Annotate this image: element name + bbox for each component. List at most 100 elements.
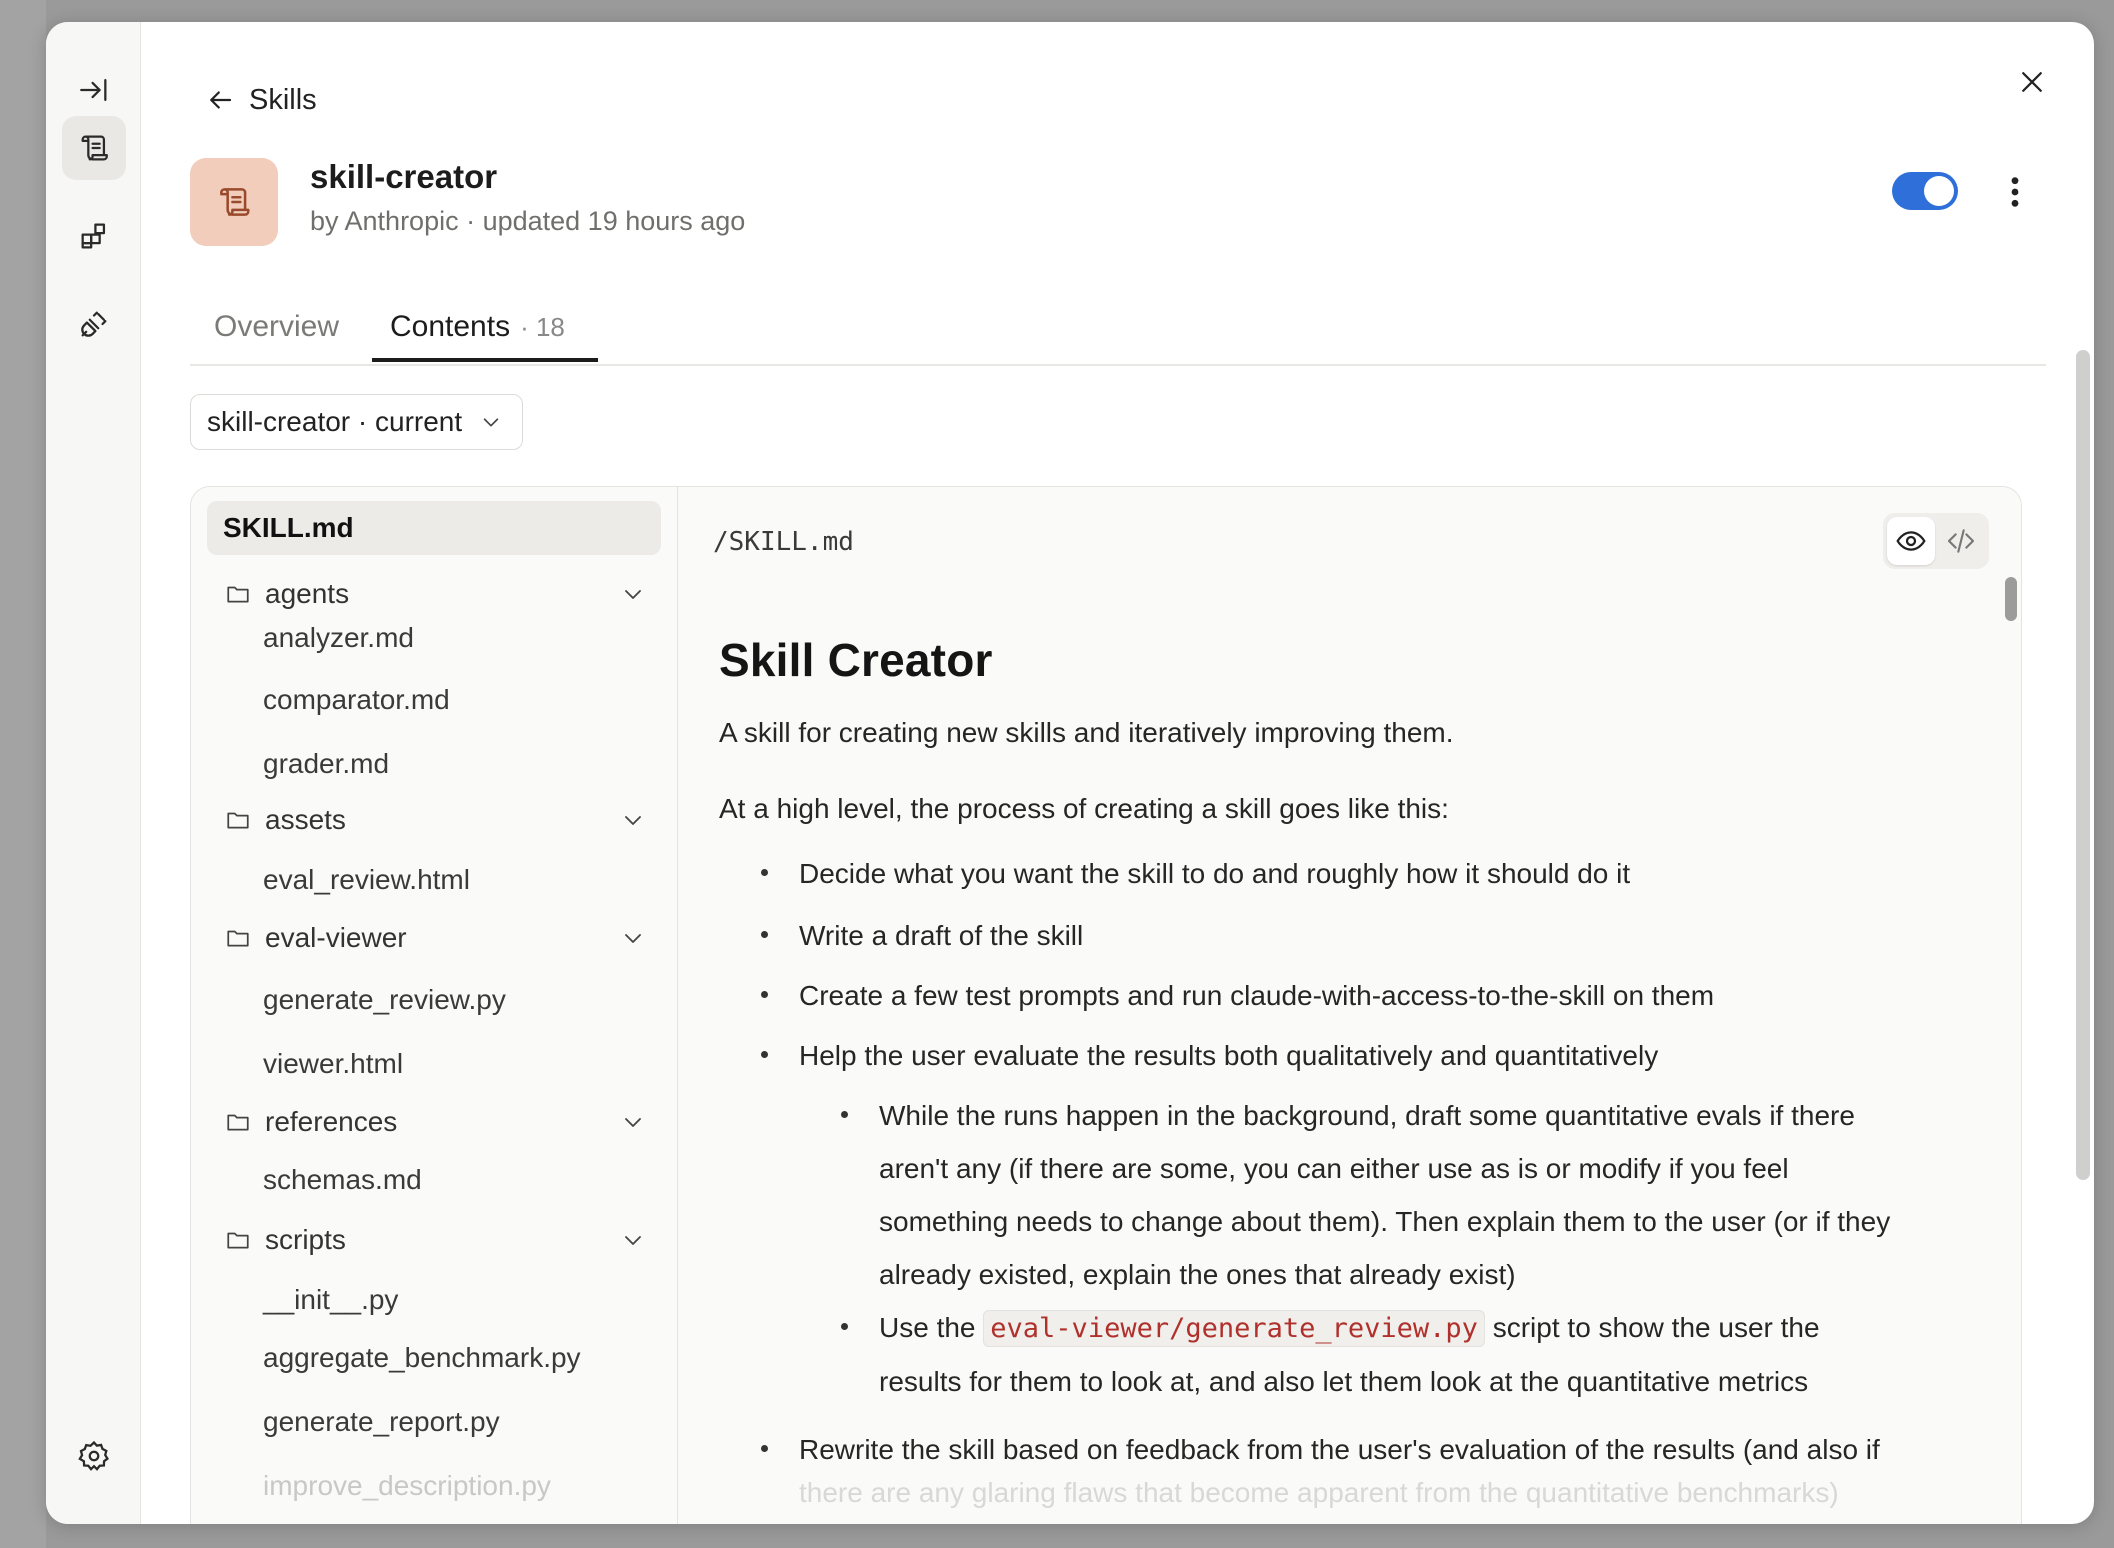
file-browser: SKILL.md agents analyzer.md comparator.md gr…: [190, 486, 2022, 1524]
list-item: Write a draft of the skill: [761, 909, 1083, 962]
tree-file[interactable]: analyzer.md: [207, 611, 661, 665]
tree-file-label: viewer.html: [263, 1048, 404, 1079]
list-item: Help the user evaluate the results both …: [761, 1029, 1658, 1082]
tree-file[interactable]: generate_report.py: [207, 1395, 661, 1449]
list-item: Create a few test prompts and run claude…: [761, 969, 1714, 1022]
file-tree: SKILL.md agents analyzer.md comparator.md gr…: [191, 487, 678, 1524]
file-viewer: /SKILL.md Skill Creator A skill for crea…: [679, 487, 2021, 1524]
skill-avatar: [190, 158, 278, 246]
tree-file[interactable]: aggregate_benchmark.py: [207, 1331, 661, 1385]
tree-file[interactable]: grader.md: [207, 737, 661, 791]
tab-contents-count: · 18: [520, 312, 565, 342]
active-tab-indicator: [372, 358, 598, 362]
main-panel: Skills skill-creator by Anthropic · upda…: [141, 22, 2094, 1524]
code-icon: [1947, 529, 1975, 553]
scroll-icon: [220, 188, 250, 216]
tree-folder-label: agents: [265, 578, 350, 609]
back-label: Skills: [249, 83, 317, 116]
skill-title: skill-creator: [310, 158, 498, 195]
tree-file-label: improve_description.py: [263, 1470, 551, 1501]
chevron-down-icon: [625, 1236, 641, 1245]
version-select[interactable]: skill-creator · current: [190, 394, 524, 450]
expand-sidebar-icon: [80, 78, 107, 102]
tree-folder-label: scripts: [265, 1224, 346, 1255]
tree-file[interactable]: __init__.py: [207, 1273, 661, 1327]
sub-list-item: Use the eval-viewer/generate_review.py s…: [841, 1301, 1820, 1408]
chevron-down-icon: [625, 590, 641, 599]
tree-file-selected[interactable]: SKILL.md: [207, 501, 661, 555]
connectors-nav-button[interactable]: [62, 204, 126, 268]
skill-meta: by Anthropic · updated 19 hours ago: [310, 206, 746, 236]
toggle-knob: [1924, 176, 1954, 206]
viewer-scrollbar[interactable]: [2005, 577, 2017, 621]
tree-file-label: grader.md: [263, 748, 390, 779]
folder-icon: [227, 812, 249, 829]
list-item: Decide what you want the skill to do and…: [761, 847, 1630, 900]
gear-icon: [78, 1440, 109, 1471]
tree-folder-label: assets: [265, 804, 346, 835]
doc-intro: A skill for creating new skills and iter…: [719, 717, 1454, 748]
tree-file-label: generate_review.py: [263, 984, 506, 1015]
settings-button[interactable]: [62, 1424, 126, 1488]
tab-contents[interactable]: Contents · 18: [390, 310, 565, 344]
scroll-icon: [81, 135, 108, 161]
code-mode-button[interactable]: [1937, 517, 1985, 565]
tree-file-label: analyzer.md: [263, 622, 414, 653]
list-item: Rewrite the skill based on feedback from…: [761, 1423, 1880, 1519]
arrow-left-icon: [210, 91, 232, 109]
tree-file[interactable]: viewer.html: [207, 1037, 661, 1091]
tree-file-label: __init__.py: [263, 1284, 399, 1315]
markdown-preview: Skill Creator A skill for creating new s…: [719, 633, 1961, 1508]
folder-icon: [227, 1232, 249, 1249]
skill-enabled-toggle[interactable]: [1892, 172, 1958, 210]
tab-overview-label: Overview: [214, 310, 340, 343]
plug-icon: [81, 311, 107, 337]
folder-icon: [227, 586, 249, 603]
tree-file[interactable]: eval_review.html: [207, 853, 661, 907]
tab-bar: Overview Contents · 18: [190, 294, 2046, 366]
tree-file[interactable]: generate_review.py: [207, 973, 661, 1027]
left-rail: [46, 22, 141, 1524]
kebab-icon: [2011, 177, 2019, 207]
backdrop: [0, 0, 46, 1548]
tree-folder-label: references: [265, 1106, 398, 1137]
preview-mode-button[interactable]: [1887, 517, 1935, 565]
tree-file[interactable]: improve_description.py: [207, 1459, 661, 1513]
plugins-nav-button[interactable]: [62, 292, 126, 356]
tab-overview[interactable]: Overview: [214, 310, 339, 344]
chevron-down-icon: [625, 934, 641, 943]
eye-icon: [1896, 531, 1926, 551]
tree-folder[interactable]: eval-viewer: [207, 911, 661, 965]
version-select-value: skill-creator · current: [207, 406, 463, 437]
doc-title: Skill Creator: [719, 634, 993, 686]
tree-file[interactable]: schemas.md: [207, 1153, 661, 1207]
tree-file-label: SKILL.md: [223, 512, 354, 543]
more-options-button[interactable]: [2000, 170, 2030, 214]
tree-file-label: generate_report.py: [263, 1406, 500, 1437]
tree-file[interactable]: comparator.md: [207, 673, 661, 727]
folder-icon: [227, 1114, 249, 1131]
skills-nav-button[interactable]: [62, 116, 126, 180]
tab-contents-label: Contents: [390, 310, 511, 343]
tree-file-label: aggregate_benchmark.py: [263, 1342, 581, 1373]
sub-list-item: While the runs happen in the background,…: [841, 1089, 1890, 1301]
file-path: /SKILL.md: [713, 527, 854, 557]
tree-folder[interactable]: assets: [207, 793, 661, 847]
inline-code: eval-viewer/generate_review.py: [983, 1310, 1485, 1347]
expand-sidebar-button[interactable]: [62, 58, 126, 122]
chevron-down-icon: [625, 816, 641, 825]
tree-file-label: schemas.md: [263, 1164, 422, 1195]
tree-folder[interactable]: references: [207, 1095, 661, 1149]
tree-file-label: comparator.md: [263, 684, 450, 715]
tree-file-label: eval_review.html: [263, 864, 470, 895]
skill-modal: Skills skill-creator by Anthropic · upda…: [46, 22, 2094, 1524]
close-button[interactable]: [2010, 60, 2054, 104]
blocks-icon: [81, 223, 106, 249]
tree-folder-label: eval-viewer: [265, 922, 407, 953]
back-to-skills-link[interactable]: Skills: [205, 78, 317, 122]
page-scrollbar[interactable]: [2076, 350, 2090, 1180]
view-mode-toggle: [1883, 513, 1989, 569]
chevron-down-icon: [483, 418, 499, 427]
tree-folder[interactable]: scripts: [207, 1213, 661, 1267]
doc-lead: At a high level, the process of creating…: [719, 793, 1449, 824]
